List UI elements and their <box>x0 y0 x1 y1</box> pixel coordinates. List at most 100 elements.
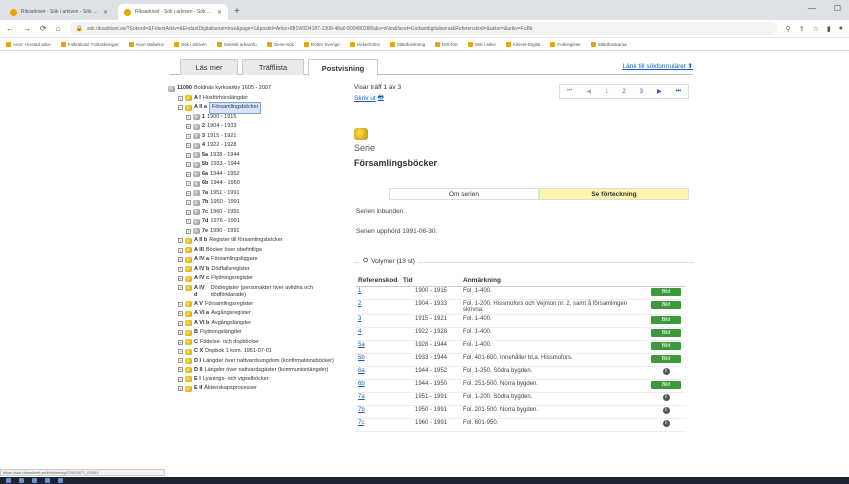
tree-node[interactable]: +7c 1960 - 1991 <box>168 208 343 218</box>
taskbar-app-icon[interactable] <box>58 478 63 483</box>
expand-icon[interactable]: + <box>178 330 183 336</box>
info-icon[interactable]: i <box>662 393 670 401</box>
info-icon[interactable]: i <box>662 419 670 427</box>
expand-icon[interactable]: + <box>178 339 183 345</box>
volume-ref-link[interactable]: 6a <box>356 366 401 380</box>
expand-icon[interactable]: + <box>178 311 183 317</box>
expand-icon[interactable]: + <box>178 266 183 272</box>
expand-icon[interactable]: + <box>186 228 191 234</box>
expand-icon[interactable]: + <box>178 386 183 392</box>
bild-button[interactable]: Bild <box>651 341 681 350</box>
bookmark-item[interactable]: Anor: Hisstad arkiv <box>6 41 51 47</box>
close-icon[interactable]: ✕ <box>217 9 222 16</box>
start-icon[interactable] <box>6 478 11 483</box>
expand-icon[interactable]: + <box>178 349 183 355</box>
bild-button[interactable]: Bild <box>651 328 681 337</box>
tree-node[interactable]: +4 1922 - 1928 <box>168 141 343 151</box>
tree-node[interactable]: + A IV c Flyttningsregister <box>168 274 343 284</box>
tree-node[interactable]: + B Flyttningslängder <box>168 328 343 338</box>
bookmark-item[interactable]: Vickerförlist <box>349 41 380 47</box>
close-icon[interactable]: ✕ <box>103 9 108 16</box>
browser-tab-2[interactable]: Riksarkivet - Sök i arkiven - Sök arkiv … <box>118 4 228 20</box>
tree-node[interactable]: + A IV a Församlingsliggare <box>168 255 343 265</box>
bookmark-item[interactable]: Rötter Sverige <box>303 41 340 47</box>
taskbar-app-icon[interactable] <box>32 478 37 483</box>
expand-icon[interactable]: + <box>186 171 191 177</box>
bild-button[interactable]: Bild <box>651 300 681 309</box>
info-icon[interactable]: i <box>662 406 670 414</box>
expand-icon[interactable]: + <box>178 376 183 382</box>
tree-node[interactable]: + E II Äktenskapsprocesser <box>168 384 343 394</box>
bild-button[interactable]: Bild <box>651 287 681 296</box>
expand-icon[interactable]: + <box>186 190 191 196</box>
volume-ref-link[interactable]: 7a <box>356 392 401 406</box>
taskbar-app-icon[interactable] <box>19 478 24 483</box>
tab-postvisning[interactable]: Postvisning <box>308 59 378 76</box>
volume-ref-link[interactable]: 5b <box>356 353 401 367</box>
page-3[interactable]: 3 <box>640 89 643 95</box>
share-icon[interactable]: ⇪ <box>799 25 805 33</box>
collapse-icon[interactable]: − <box>178 105 183 111</box>
back-arrow-icon[interactable]: ← <box>6 24 14 33</box>
new-tab-button[interactable]: + <box>234 6 240 17</box>
tree-node[interactable]: + A VI b Avgångslängder <box>168 319 343 329</box>
bild-button[interactable]: Bild <box>651 315 681 324</box>
tab-las-mer[interactable]: Läs mer <box>180 59 238 75</box>
taskbar-app-icon[interactable] <box>45 478 50 483</box>
volume-ref-link[interactable]: 7b <box>356 405 401 419</box>
forward-arrow-icon[interactable]: → <box>23 24 31 33</box>
bookmark-item[interactable]: Folkräknat: Folkräkningar <box>60 41 119 47</box>
link-to-search-form[interactable]: Länk till sökformuläret ⬆ <box>623 62 694 70</box>
bookmark-item[interactable]: Släktforskning <box>389 41 425 47</box>
next-page-icon[interactable]: ▶ <box>657 88 662 95</box>
tree-node[interactable]: − A II a Församlingsböcker <box>168 102 343 114</box>
tree-node[interactable]: + A IV d Dödregister (personakter över avl… <box>168 284 343 300</box>
bookmark-item[interactable]: Sök i arkiv <box>467 41 496 47</box>
expand-icon[interactable]: + <box>186 114 191 120</box>
tree-node[interactable]: +5b 1933 - 1944 <box>168 160 343 170</box>
volume-ref-link[interactable]: 4 <box>356 327 401 341</box>
expand-icon[interactable]: + <box>178 238 183 244</box>
bookmark-item[interactable]: Folkregister <box>550 41 581 47</box>
tab-tracfflista[interactable]: Träfflista <box>242 59 304 75</box>
minimize-icon[interactable]: — <box>808 4 816 13</box>
bookmark-item[interactable]: DIS-förr <box>435 41 458 47</box>
prev-page-icon[interactable]: ◀ <box>586 88 591 95</box>
expand-icon[interactable]: + <box>186 152 191 158</box>
bookmark-item[interactable]: Gene-Sök <box>266 41 294 47</box>
page-1[interactable]: 1 <box>605 89 608 95</box>
last-page-icon[interactable]: ⏭ <box>676 88 681 95</box>
browser-tab-1[interactable]: Riksarkivet - Sök i arkiven - Sök arkiv … <box>4 4 114 20</box>
tree-node[interactable]: + E I Lysnings- och vigselböcker <box>168 375 343 385</box>
url-input[interactable]: 🔒 sok.riksarkivet.se/?Sokord=&FritextArk… <box>69 22 777 35</box>
volume-ref-link[interactable]: 1 <box>356 286 401 300</box>
tree-node[interactable]: +7d 1976 - 1991 <box>168 217 343 227</box>
tree-node[interactable]: + C Födelse- och dopböcker <box>168 338 343 348</box>
first-page-icon[interactable]: ⏮ <box>567 88 572 95</box>
expand-icon[interactable]: + <box>186 181 191 187</box>
expand-icon[interactable]: + <box>178 276 183 282</box>
expand-icon[interactable]: + <box>186 200 191 206</box>
tree-node[interactable]: +2 1904 - 1933 <box>168 122 343 132</box>
tab-om-serien[interactable]: Om serien <box>389 188 539 200</box>
expand-icon[interactable]: + <box>178 284 183 290</box>
tree-root[interactable]: 11090 Boldnäs kyrkoarkiv 1605 - 2007 <box>168 84 343 94</box>
sidebar-icon[interactable]: ▮ <box>827 25 831 33</box>
expand-icon[interactable]: + <box>178 366 183 372</box>
bookmark-item[interactable]: Anor-stallarkiv <box>128 41 164 47</box>
bookmark-item[interactable]: Sök i arkiven <box>174 41 207 47</box>
tree-node[interactable]: + A IV b Dödfallsregister <box>168 265 343 275</box>
tree-node[interactable]: +7b 1950 - 1991 <box>168 198 343 208</box>
bild-button[interactable]: Bild <box>651 354 681 363</box>
expand-icon[interactable]: + <box>178 247 183 253</box>
tree-node[interactable]: + A VI a Avgångsregister <box>168 309 343 319</box>
tree-node[interactable]: +6a 1944 - 1952 <box>168 170 343 180</box>
tree-node[interactable]: + A V Församlingsregister <box>168 300 343 310</box>
tree-node[interactable]: + A II b Register till församlingsböcker <box>168 236 343 246</box>
expand-icon[interactable]: + <box>186 124 191 130</box>
expand-icon[interactable]: + <box>178 301 183 307</box>
profile-icon[interactable]: ● <box>839 25 843 33</box>
expand-icon[interactable]: + <box>186 162 191 168</box>
search-icon[interactable]: ⚲ <box>786 25 791 33</box>
tree-node[interactable]: + D II Längder över nattvardsgäster (kommu… <box>168 366 343 375</box>
